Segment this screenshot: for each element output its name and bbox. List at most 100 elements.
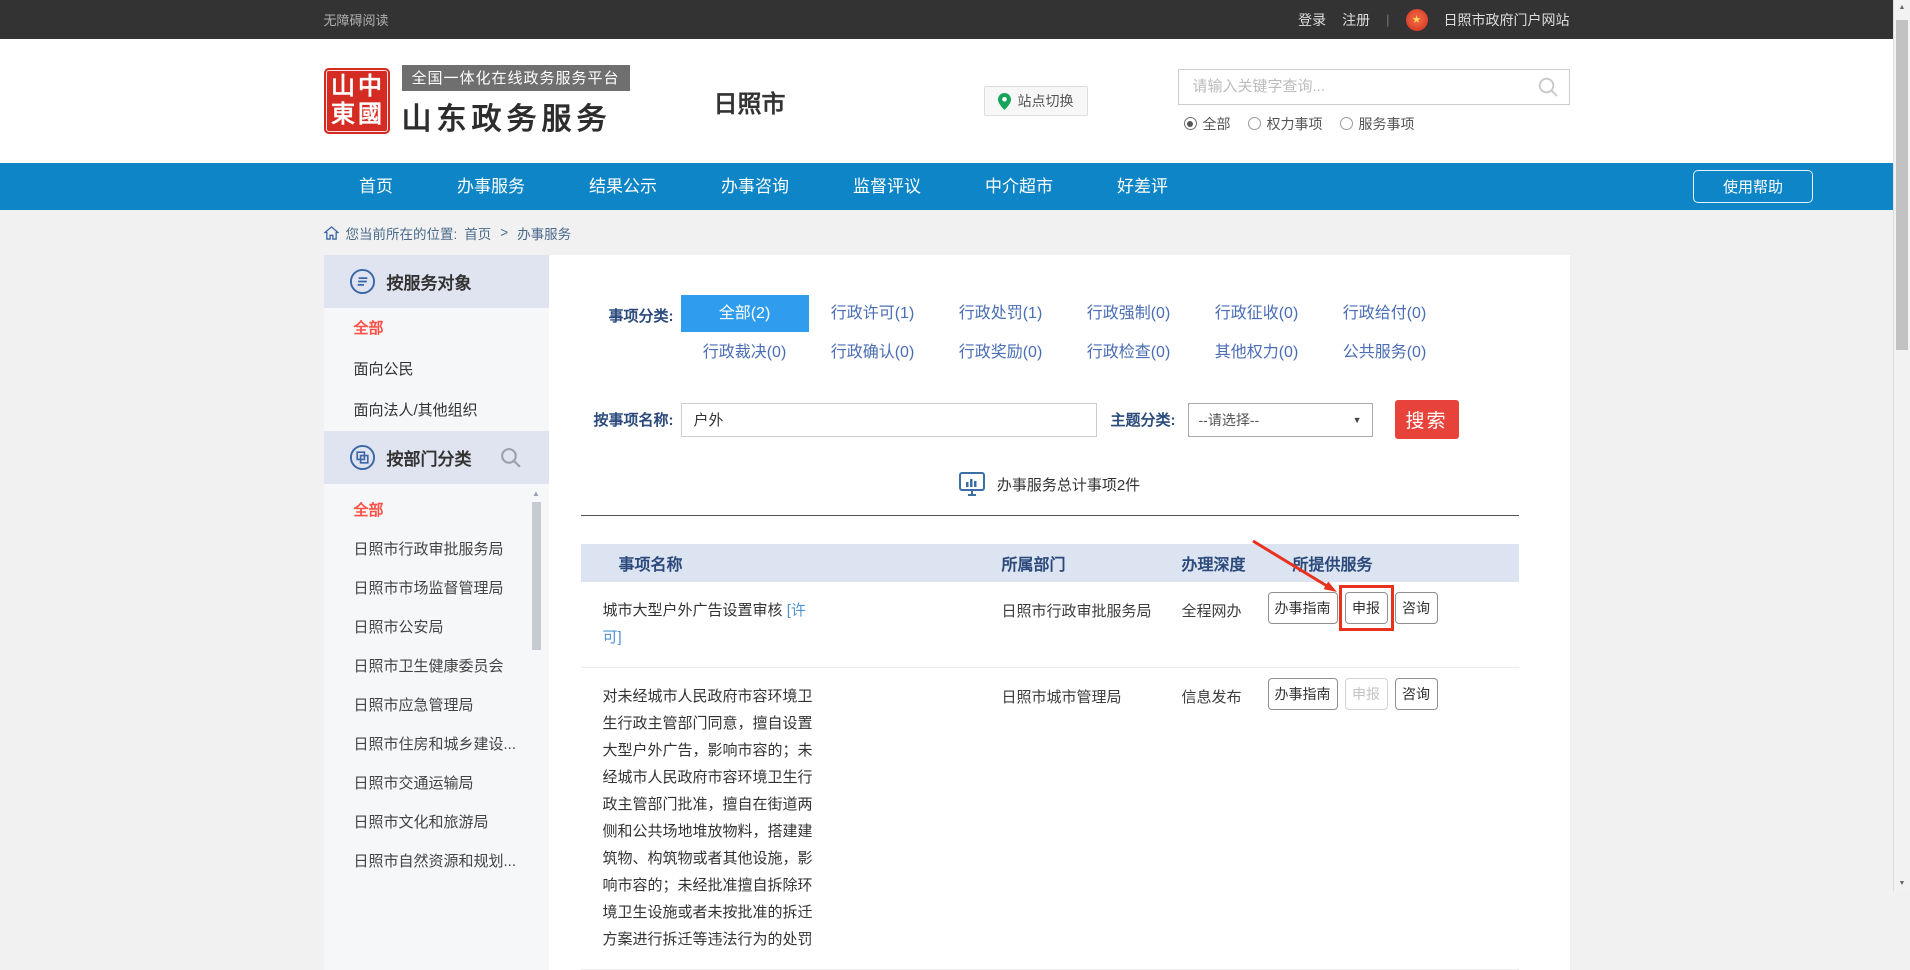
radio-icon[interactable] <box>1184 117 1197 130</box>
topic-select[interactable]: --请选择-- ▼ <box>1188 403 1373 437</box>
sidebar-item-service-target[interactable]: 面向法人/其他组织 <box>324 390 549 431</box>
action-button[interactable]: 办事指南 <box>1268 592 1338 624</box>
accessibility-link[interactable]: 无障碍阅读 <box>324 10 389 29</box>
item-depth: 全程网办 <box>1161 594 1251 651</box>
register-link[interactable]: 注册 <box>1342 10 1370 30</box>
page-scrollbar[interactable]: ▲ ▼ <box>1893 0 1910 891</box>
category-tab[interactable]: 行政奖励(0) <box>937 334 1065 371</box>
sidebar-item-department[interactable]: 日照市市场监督管理局 <box>324 569 549 608</box>
city-name: 日照市 <box>714 84 786 119</box>
table-header-row: 事项名称 所属部门 办理深度 所提供服务 <box>581 544 1519 582</box>
table-row: 城市大型户外广告设置审核 [许可] 日照市行政审批服务局 全程网办 <box>581 582 1519 668</box>
action-button[interactable]: 申报 <box>1345 678 1388 710</box>
action-wrap: 申报 <box>1345 592 1388 624</box>
search-scope-radio[interactable]: 权力事项 <box>1248 114 1323 134</box>
category-filter: 事项分类: 全部(2)行政许可(1)行政处罚(1)行政强制(0)行政征收(0)行… <box>581 295 1519 371</box>
main-nav: 首页 办事服务 结果公示 办事咨询 监督评议 中介超市 好差评 使用帮助 <box>0 163 1893 210</box>
scroll-up-icon[interactable]: ▲ <box>531 489 542 499</box>
action-button[interactable]: 咨询 <box>1395 678 1438 710</box>
radio-icon[interactable] <box>1248 117 1261 130</box>
department-scrollbar[interactable]: ▲ <box>531 489 542 899</box>
sidebar-title-service-target: 按服务对象 <box>387 269 472 294</box>
location-pin-icon <box>998 93 1011 110</box>
item-department: 日照市行政审批服务局 <box>981 594 1161 651</box>
nav-item[interactable]: 监督评议 <box>853 163 921 210</box>
item-name-cell: 城市大型户外广告设置审核 [许可] <box>581 594 981 651</box>
sidebar-item-service-target[interactable]: 面向公民 <box>324 349 549 390</box>
platform-tag: 全国一体化在线政务服务平台 <box>402 65 630 91</box>
site-logo[interactable]: 山中東國 全国一体化在线政务服务平台 山东政务服务 <box>324 65 630 138</box>
sidebar-header-department: 按部门分类 <box>324 431 549 484</box>
nav-item[interactable]: 好差评 <box>1117 163 1168 210</box>
item-name[interactable]: 城市大型户外广告设置审核 <box>603 602 783 619</box>
sidebar-item-department[interactable]: 日照市交通运输局 <box>324 764 549 803</box>
scrollbar-down-icon[interactable]: ▼ <box>1894 880 1910 887</box>
nav-items: 首页 办事服务 结果公示 办事咨询 监督评议 中介超市 好差评 <box>359 163 1168 210</box>
item-name-input[interactable] <box>681 403 1097 437</box>
portal-link[interactable]: 日照市政府门户网站 <box>1444 10 1570 30</box>
category-tab[interactable]: 行政确认(0) <box>809 334 937 371</box>
topbar-divider: | <box>1386 12 1389 27</box>
department-scrollbar-thumb[interactable] <box>532 502 541 650</box>
category-tab[interactable]: 行政许可(1) <box>809 295 937 332</box>
category-tab[interactable]: 行政征收(0) <box>1193 295 1321 332</box>
category-tab[interactable]: 行政处罚(1) <box>937 295 1065 332</box>
nav-item[interactable]: 办事咨询 <box>721 163 789 210</box>
category-tab[interactable]: 行政强制(0) <box>1065 295 1193 332</box>
search-scope-radio[interactable]: 全部 <box>1184 114 1231 134</box>
results-table: 事项名称 所属部门 办理深度 所提供服务 城市大型户外广告设置审核 [许可] 日… <box>581 544 1519 970</box>
sidebar-item-department[interactable]: 日照市公安局 <box>324 608 549 647</box>
nav-item[interactable]: 中介超市 <box>985 163 1053 210</box>
sidebar-item-service-target[interactable]: 全部 <box>324 308 549 349</box>
brand-title: 山东政务服务 <box>402 94 630 138</box>
item-actions: 办事指南 申报 <box>1251 592 1519 651</box>
sidebar-item-department[interactable]: 日照市文化和旅游局 <box>324 803 549 842</box>
nav-item[interactable]: 结果公示 <box>589 163 657 210</box>
sidebar-item-department[interactable]: 日照市住房和城乡建设... <box>324 725 549 764</box>
nav-item[interactable]: 首页 <box>359 163 393 210</box>
category-tab[interactable]: 公共服务(0) <box>1321 334 1449 371</box>
breadcrumb-separator: > <box>500 225 508 240</box>
topic-select-value: --请选择-- <box>1199 410 1260 430</box>
nav-item[interactable]: 办事服务 <box>457 163 525 210</box>
search-icon[interactable] <box>1537 76 1559 98</box>
sidebar-item-department[interactable]: 日照市行政审批服务局 <box>324 530 549 569</box>
keyword-search-input[interactable] <box>1179 78 1537 95</box>
action-button[interactable]: 申报 <box>1345 592 1388 624</box>
scope-label: 全部 <box>1203 114 1231 134</box>
sidebar-item-department[interactable]: 日照市应急管理局 <box>324 686 549 725</box>
seal-character: 國 <box>357 101 384 129</box>
sidebar-item-department[interactable]: 日照市卫生健康委员会 <box>324 647 549 686</box>
table-header-name: 事项名称 <box>581 551 981 575</box>
category-tab[interactable]: 行政给付(0) <box>1321 295 1449 332</box>
scrollbar-up-icon[interactable]: ▲ <box>1894 4 1910 11</box>
category-tab[interactable]: 其他权力(0) <box>1193 334 1321 371</box>
logo-text: 全国一体化在线政务服务平台 山东政务服务 <box>402 65 630 138</box>
breadcrumb-home-link[interactable]: 首页 <box>464 223 491 243</box>
category-tab[interactable]: 行政检查(0) <box>1065 334 1193 371</box>
sidebar-item-department[interactable]: 日照市自然资源和规划... <box>324 842 549 881</box>
action-button[interactable]: 咨询 <box>1395 592 1438 624</box>
site-switch-button[interactable]: 站点切换 <box>984 86 1088 116</box>
category-tab[interactable]: 全部(2) <box>681 295 809 332</box>
action-button[interactable]: 办事指南 <box>1268 678 1338 710</box>
list-circle-icon <box>349 268 376 295</box>
page-scrollbar-thumb[interactable] <box>1896 20 1908 350</box>
action-wrap: 办事指南 <box>1268 678 1338 710</box>
department-search-icon[interactable] <box>499 446 522 469</box>
login-link[interactable]: 登录 <box>1298 10 1326 30</box>
search-scope-radio[interactable]: 服务事项 <box>1340 114 1415 134</box>
radio-icon[interactable] <box>1340 117 1353 130</box>
category-tab[interactable]: 行政裁决(0) <box>681 334 809 371</box>
search-button[interactable]: 搜索 <box>1395 400 1459 439</box>
section-divider <box>581 515 1519 516</box>
item-search-row: 按事项名称: 主题分类: --请选择-- ▼ 搜索 <box>581 400 1519 439</box>
item-name-label: 按事项名称: <box>594 409 674 430</box>
topbar-right: 登录 注册 | ★ 日照市政府门户网站 <box>1298 9 1569 31</box>
item-name[interactable]: 对未经城市人民政府市容环境卫生行政主管部门同意，擅自设置大型户外广告，影响市容的… <box>603 688 813 948</box>
sidebar-item-department[interactable]: 全部 <box>324 491 549 530</box>
content-card: 按服务对象 全部面向公民面向法人/其他组织 按部门分类 ▲ 全部日照市行政审批服… <box>324 255 1570 970</box>
table-header-depth: 办理深度 <box>1161 551 1251 575</box>
help-button[interactable]: 使用帮助 <box>1693 170 1813 203</box>
action-wrap: 咨询 <box>1395 592 1438 624</box>
